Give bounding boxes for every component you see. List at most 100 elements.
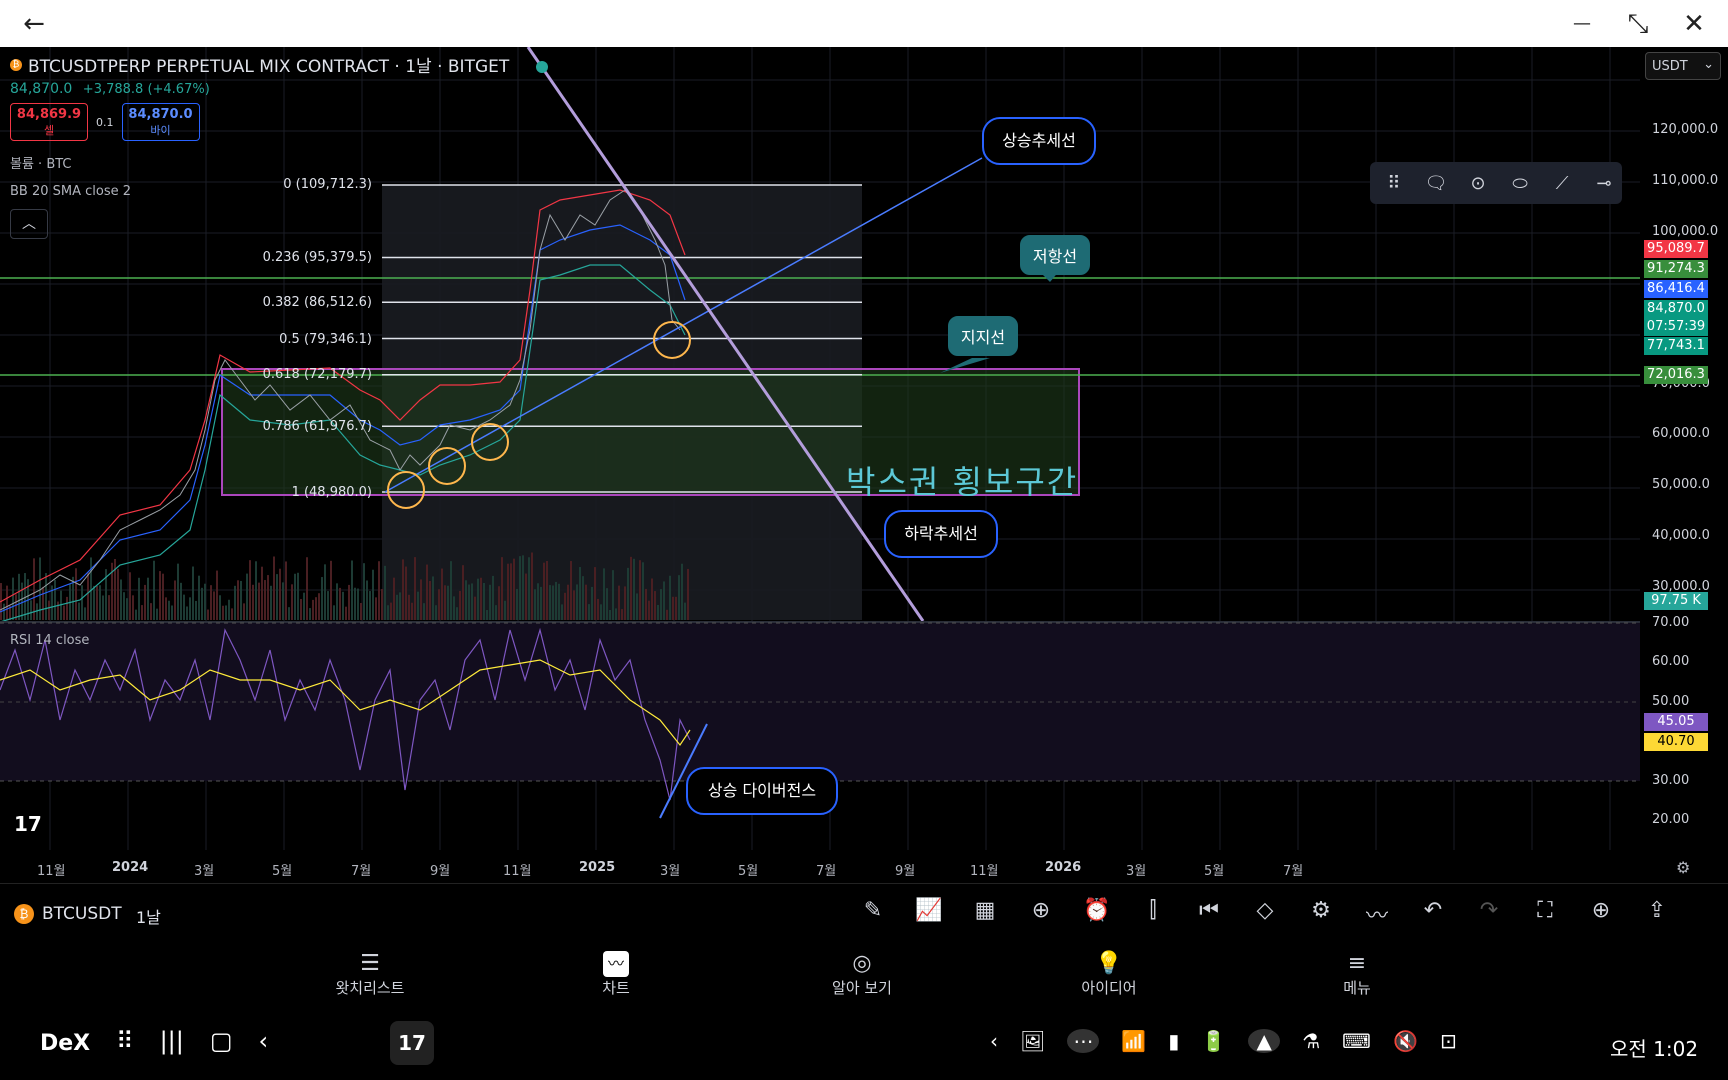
back-nav-icon[interactable]: ‹ bbox=[259, 1027, 269, 1055]
currency-select[interactable]: USDT ⌄ bbox=[1645, 52, 1721, 80]
volume-indicator-label[interactable]: 볼륨 · BTC bbox=[10, 153, 509, 172]
volume-bar bbox=[603, 568, 605, 620]
resistance-callout[interactable]: 저항선 bbox=[1020, 235, 1090, 275]
divergence-callout[interactable]: 상승 다이버전스 bbox=[686, 767, 838, 815]
time-axis-label: 11월 bbox=[503, 864, 532, 879]
volume-bar bbox=[498, 586, 500, 620]
volume-bar bbox=[426, 564, 428, 620]
volume-bar bbox=[57, 601, 59, 620]
sell-button[interactable]: 84,869.9 셀 bbox=[10, 103, 88, 141]
volume-bar bbox=[327, 591, 329, 620]
lightbulb-icon: 💡 bbox=[1095, 951, 1123, 976]
replay-icon[interactable]: ⏮ bbox=[1191, 898, 1227, 930]
volume-bar bbox=[351, 560, 353, 620]
symbol-selector[interactable]: ₿ BTCUSDT bbox=[14, 904, 122, 924]
layout-icon[interactable]: ▦ bbox=[967, 898, 1003, 930]
chart-settings-icon[interactable]: ⚙ bbox=[1303, 898, 1339, 930]
volume-bar bbox=[312, 599, 314, 620]
idea-icon[interactable]: ⊕ bbox=[1583, 898, 1619, 930]
collapse-legend-button[interactable]: ︿ bbox=[10, 209, 48, 239]
minimize-icon[interactable]: — bbox=[1564, 6, 1600, 42]
volume-bar bbox=[207, 609, 209, 620]
buy-button[interactable]: 84,870.0 바이 bbox=[121, 103, 200, 141]
volume-bar bbox=[435, 605, 437, 620]
volume-bar bbox=[282, 582, 284, 620]
volume-bar bbox=[564, 592, 566, 620]
layers-icon[interactable]: ◇ bbox=[1247, 898, 1283, 930]
close-icon[interactable]: ✕ bbox=[1676, 6, 1712, 42]
gallery-icon[interactable]: 🖼 bbox=[1020, 1029, 1045, 1053]
shape-icon[interactable]: ⬭ bbox=[1506, 173, 1534, 194]
dex-label[interactable]: DeX bbox=[40, 1031, 90, 1056]
trendline-anchor[interactable] bbox=[536, 61, 548, 73]
volume-tag: 97.75 K bbox=[1644, 592, 1708, 610]
tradingview-app-icon[interactable]: 17 bbox=[390, 1021, 434, 1065]
apps-icon[interactable]: ⠿ bbox=[116, 1027, 134, 1055]
rsi-value-tag: 45.05 bbox=[1644, 713, 1708, 731]
fullscreen-icon[interactable]: ⛶ bbox=[1527, 898, 1563, 930]
back-icon[interactable]: ← bbox=[16, 6, 52, 42]
chart-type-icon[interactable]: ⫿ bbox=[1135, 898, 1171, 930]
redo-icon[interactable]: ↷ bbox=[1471, 898, 1507, 930]
nav-ideas[interactable]: 💡 아이디어 bbox=[1039, 951, 1179, 998]
more-icon[interactable]: ⋯ bbox=[1067, 1029, 1100, 1053]
volume-bar bbox=[501, 557, 503, 620]
volume-bar bbox=[555, 581, 557, 620]
volume-bar bbox=[252, 584, 254, 620]
alert-icon[interactable]: ⏰ bbox=[1079, 898, 1115, 930]
fib-label: 0.5 (79,346.1) bbox=[279, 332, 372, 347]
volume-bar bbox=[342, 591, 344, 620]
home-icon[interactable]: ▢ bbox=[210, 1027, 233, 1055]
volume-bar bbox=[483, 582, 485, 620]
volume-bar bbox=[279, 568, 281, 620]
trading-icon[interactable]: 〰 bbox=[1359, 898, 1395, 930]
volume-bar bbox=[117, 568, 119, 620]
symbol-name: BTCUSDT bbox=[42, 904, 122, 924]
share-icon[interactable]: ⇪ bbox=[1639, 898, 1675, 930]
symbol-title[interactable]: BTCUSDTPERP PERPETUAL MIX CONTRACT · 1날 … bbox=[28, 52, 509, 77]
price-tag: 95,089.7 bbox=[1644, 240, 1708, 258]
drag-handle-icon[interactable]: ⠿ bbox=[1380, 173, 1408, 194]
uptrend-callout[interactable]: 상승추세선 bbox=[982, 117, 1096, 165]
mute-icon[interactable]: 🔇 bbox=[1393, 1029, 1418, 1053]
visibility-icon[interactable]: ⊙ bbox=[1464, 173, 1492, 194]
volume-bar bbox=[654, 591, 656, 620]
volume-bar bbox=[657, 604, 659, 620]
horizontal-line-icon[interactable]: ⊸ bbox=[1590, 173, 1618, 194]
support-callout[interactable]: 지지선 bbox=[948, 316, 1018, 356]
nav-chart[interactable]: 〰 차트 bbox=[546, 951, 686, 998]
undo-icon[interactable]: ↶ bbox=[1415, 898, 1451, 930]
volume-bar bbox=[405, 566, 407, 620]
settings-icon[interactable]: ⚙ bbox=[1676, 858, 1690, 877]
recents-icon[interactable]: ||| bbox=[160, 1027, 184, 1055]
nav-watchlist[interactable]: ☰ 왓치리스트 bbox=[300, 951, 440, 998]
volume-bar bbox=[636, 593, 638, 620]
nav-explore[interactable]: ◎ 알아 보기 bbox=[792, 951, 932, 998]
restore-icon[interactable]: ⤡ bbox=[1620, 6, 1656, 42]
volume-bar bbox=[471, 583, 473, 620]
timeframe-selector[interactable]: 1날 bbox=[136, 904, 161, 928]
volume-bar bbox=[399, 592, 401, 620]
bb-indicator-label[interactable]: BB 20 SMA close 2 bbox=[10, 184, 509, 199]
volume-bar bbox=[135, 609, 137, 620]
lab-icon[interactable]: ⚗ bbox=[1302, 1029, 1320, 1053]
volume-bar bbox=[369, 591, 371, 620]
volume-bar bbox=[54, 579, 56, 620]
volume-bar bbox=[138, 577, 140, 620]
collapse-tray-icon[interactable]: ‹ bbox=[990, 1029, 998, 1053]
keyboard-icon[interactable]: ⌨ bbox=[1342, 1029, 1371, 1053]
volume-bar bbox=[75, 568, 77, 620]
downtrend-callout[interactable]: 하락추세선 bbox=[884, 510, 998, 558]
screen-capture-icon[interactable]: ⊡ bbox=[1440, 1029, 1457, 1053]
volume-bar bbox=[108, 595, 110, 620]
volume-bar bbox=[159, 571, 161, 620]
indicators-icon[interactable]: 📈 bbox=[911, 898, 947, 930]
line-tool-icon[interactable]: ⟋ bbox=[1548, 173, 1576, 194]
comment-icon[interactable]: 🗨 bbox=[1422, 173, 1450, 194]
expand-tray-icon[interactable]: ▲ bbox=[1248, 1029, 1281, 1053]
add-icon[interactable]: ⊕ bbox=[1023, 898, 1059, 930]
nav-menu[interactable]: ≡ 메뉴 bbox=[1287, 951, 1427, 998]
rsi-indicator-label[interactable]: RSI 14 close bbox=[10, 633, 89, 648]
draw-icon[interactable]: ✎ bbox=[855, 898, 891, 930]
volume-bar bbox=[522, 555, 524, 620]
